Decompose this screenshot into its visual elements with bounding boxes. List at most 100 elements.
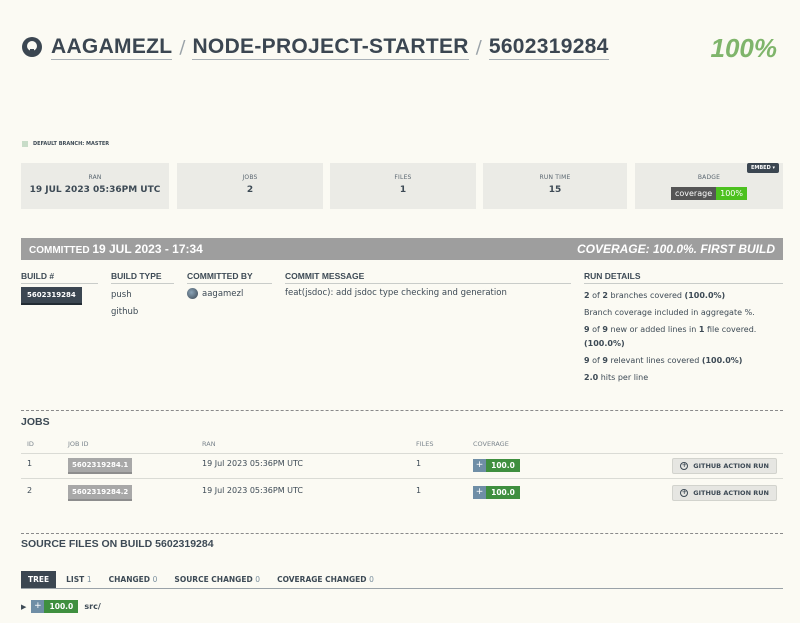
commit-message-header: COMMIT MESSAGE	[285, 271, 365, 281]
github-action-run-button[interactable]: + GITHUB ACTION RUN	[672, 485, 777, 501]
tab-coverage-changed[interactable]: COVERAGE CHANGED 0	[270, 571, 381, 588]
stat-jobs: JOBS 2	[177, 163, 323, 209]
run-text: relevant lines covered	[607, 356, 702, 365]
default-branch: DEFAULT BRANCH: MASTER	[22, 141, 109, 147]
plus-circle-icon: +	[680, 489, 689, 497]
tab-count: 0	[369, 575, 374, 584]
divider	[111, 283, 174, 284]
run-text: new or added lines in	[607, 325, 699, 334]
tab-label: LIST	[66, 575, 85, 584]
commit-message: feat(jsdoc): add jsdoc type checking and…	[285, 288, 507, 298]
coverage-value: 100.0	[486, 486, 520, 499]
expand-arrow-icon[interactable]: ▶	[21, 603, 26, 611]
tab-label: TREE	[28, 575, 50, 584]
jobs-col-coverage: COVERAGE	[473, 440, 509, 448]
run-text: of	[589, 325, 603, 334]
run-detail-new-lines-pct: (100.0%)	[584, 339, 625, 348]
run-text: branches covered	[607, 291, 685, 300]
stat-ran-value: 19 JUL 2023 05:36PM UTC	[29, 185, 161, 195]
stat-run-time: RUN TIME 15	[483, 163, 627, 209]
plus-circle-icon: +	[680, 462, 689, 470]
plus-icon: +	[473, 486, 486, 499]
stat-files-label: FILES	[394, 174, 412, 181]
run-value: 2.0	[584, 373, 599, 382]
divider	[187, 283, 272, 284]
divider	[21, 588, 783, 589]
section-divider	[21, 533, 783, 534]
github-action-run-label: GITHUB ACTION RUN	[693, 462, 769, 470]
github-action-run-button[interactable]: + GITHUB ACTION RUN	[672, 458, 777, 474]
divider	[21, 453, 783, 454]
committer: aagamezl	[187, 288, 243, 299]
run-detail-relevant: 9 of 9 relevant lines covered (100.0%)	[584, 356, 742, 365]
avatar	[187, 288, 198, 299]
run-detail-hits: 2.0 hits per line	[584, 373, 648, 382]
tab-label: COVERAGE CHANGED	[277, 575, 367, 584]
coverage-percent: 100%	[710, 33, 778, 63]
tree-coverage-bar: + 100.0	[31, 600, 79, 613]
jobs-title: JOBS	[21, 416, 50, 428]
plus-icon: +	[31, 600, 45, 613]
tree-row[interactable]: ▶ + 100.0 src/	[21, 600, 101, 613]
run-text: hits per line	[598, 373, 649, 382]
divider	[21, 478, 783, 479]
coverage-badge-right: 100%	[716, 187, 747, 200]
divider	[285, 283, 571, 284]
tab-count: 0	[152, 575, 158, 584]
build-type-header: BUILD TYPE	[111, 271, 162, 281]
breadcrumb-separator: /	[179, 36, 186, 58]
breadcrumb-owner[interactable]: AAGAMEZL	[51, 35, 173, 60]
stat-jobs-value: 2	[246, 185, 254, 195]
tab-label: SOURCE CHANGED	[174, 575, 253, 584]
tree-path[interactable]: src/	[84, 602, 100, 611]
build-type-push: push	[111, 290, 132, 300]
source-tabs: TREE LIST 1 CHANGED 0 SOURCE CHANGED 0 C…	[21, 571, 384, 588]
committer-name: aagamezl	[202, 289, 244, 299]
job-coverage-bar: + 100.0	[473, 486, 520, 499]
tab-changed[interactable]: CHANGED 0	[102, 571, 165, 588]
branch-square-icon	[22, 141, 28, 147]
run-detail-branches: 2 of 2 branches covered (100.0%)	[584, 291, 725, 300]
tab-source-changed[interactable]: SOURCE CHANGED 0	[167, 571, 267, 588]
run-details-header: RUN DETAILS	[584, 271, 641, 281]
run-text: file covered.	[704, 325, 757, 334]
stat-files: FILES 1	[330, 163, 476, 209]
jobs-col-ran: RAN	[202, 440, 216, 448]
tab-list[interactable]: LIST 1	[59, 571, 99, 588]
job-tag[interactable]: 5602319284.2	[68, 485, 133, 501]
committed-by-header: COMMITTED BY	[187, 271, 253, 281]
tab-count: 1	[86, 575, 92, 584]
jobs-col-files: FILES	[416, 440, 434, 448]
job-coverage-bar: + 100.0	[473, 459, 520, 472]
coverage-badge-left: coverage	[670, 187, 717, 200]
stat-ran: RAN 19 JUL 2023 05:36PM UTC	[21, 163, 169, 209]
build-number-tag[interactable]: 5602319284	[21, 287, 82, 305]
stat-ran-label: RAN	[88, 174, 102, 181]
github-action-run-label: GITHUB ACTION RUN	[693, 489, 769, 497]
build-type-github: github	[111, 307, 139, 317]
tab-tree[interactable]: TREE	[21, 571, 57, 588]
run-value: (100.0%)	[684, 291, 726, 300]
build-number-header: BUILD #	[21, 271, 55, 281]
tab-label: CHANGED	[108, 575, 151, 584]
job-tag[interactable]: 5602319284.1	[68, 458, 133, 474]
stat-run-time-label: RUN TIME	[539, 174, 571, 181]
run-detail-aggregate: Branch coverage included in aggregate %.	[584, 308, 755, 317]
run-detail-new-lines: 9 of 9 new or added lines in 1 file cove…	[584, 325, 756, 334]
stat-jobs-label: JOBS	[242, 174, 258, 181]
coverage-value: 100.0	[44, 600, 79, 613]
breadcrumb-build[interactable]: 5602319284	[488, 35, 609, 60]
divider	[584, 283, 783, 284]
jobs-col-id: ID	[27, 440, 34, 448]
commit-date: 19 JUL 2023 - 17:34	[92, 242, 203, 256]
stat-run-time-value: 15	[548, 185, 562, 195]
breadcrumb-repo[interactable]: NODE-PROJECT-STARTER	[192, 35, 469, 60]
source-files-title: SOURCE FILES ON BUILD 5602319284	[21, 538, 214, 550]
commit-bar: COMMITTED 19 JUL 2023 - 17:34 COVERAGE: …	[21, 238, 783, 260]
run-text: of	[589, 356, 603, 365]
github-icon	[22, 37, 42, 57]
job-ran: 19 Jul 2023 05:36PM UTC	[202, 486, 304, 495]
divider	[21, 283, 98, 284]
coverage-badge[interactable]: coverage 100%	[670, 187, 747, 200]
embed-button[interactable]: EMBED ▾	[746, 163, 779, 173]
